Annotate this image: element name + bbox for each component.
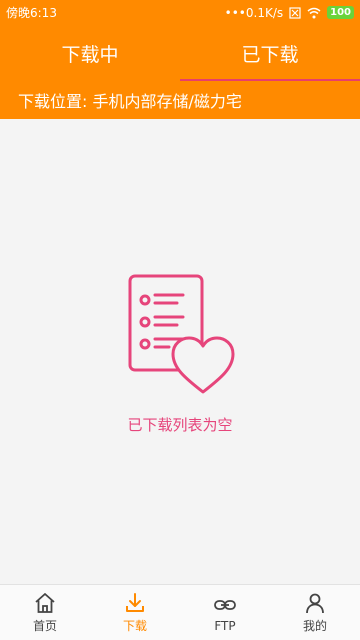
- nav-download-label: 下载: [122, 619, 147, 633]
- tab-downloaded-label: 已下载: [241, 43, 299, 66]
- download-location: 下载位置: 手机内部存储/磁力宅: [0, 81, 360, 119]
- nav-ftp[interactable]: FTP: [180, 585, 270, 640]
- tab-downloading[interactable]: 下载中: [0, 25, 180, 81]
- download-location-text: 下载位置: 手机内部存储/磁力宅: [18, 92, 242, 111]
- nav-profile[interactable]: 我的: [270, 585, 360, 640]
- nav-ftp-label: FTP: [214, 618, 236, 633]
- person-icon: [306, 593, 324, 614]
- nav-profile-label: 我的: [302, 619, 327, 633]
- tab-downloaded[interactable]: 已下载: [180, 25, 360, 81]
- wifi-icon: [307, 7, 321, 18]
- tab-downloading-label: 下载中: [61, 43, 119, 66]
- tab-bar: 下载中 已下载: [0, 25, 360, 81]
- nav-home-label: 首页: [32, 619, 57, 633]
- nav-home[interactable]: 首页: [0, 585, 90, 640]
- empty-state: 已下载列表为空: [0, 270, 360, 435]
- status-time: 傍晚6:13: [6, 6, 57, 20]
- bottom-nav: 首页 下载 FTP 我的: [0, 584, 360, 640]
- nav-download[interactable]: 下载: [90, 585, 180, 640]
- battery-indicator: 100: [327, 6, 354, 19]
- empty-list-heart-icon: [128, 274, 235, 394]
- status-bar: 傍晚6:13 •••0.1K/s 100: [0, 0, 360, 25]
- download-icon: [126, 593, 144, 612]
- status-right: •••0.1K/s 100: [225, 6, 354, 20]
- sim-icon: [289, 6, 301, 19]
- empty-state-message: 已下载列表为空: [127, 416, 233, 434]
- home-icon: [35, 593, 55, 613]
- network-speed: •••0.1K/s: [224, 5, 284, 20]
- link-icon: [214, 599, 236, 610]
